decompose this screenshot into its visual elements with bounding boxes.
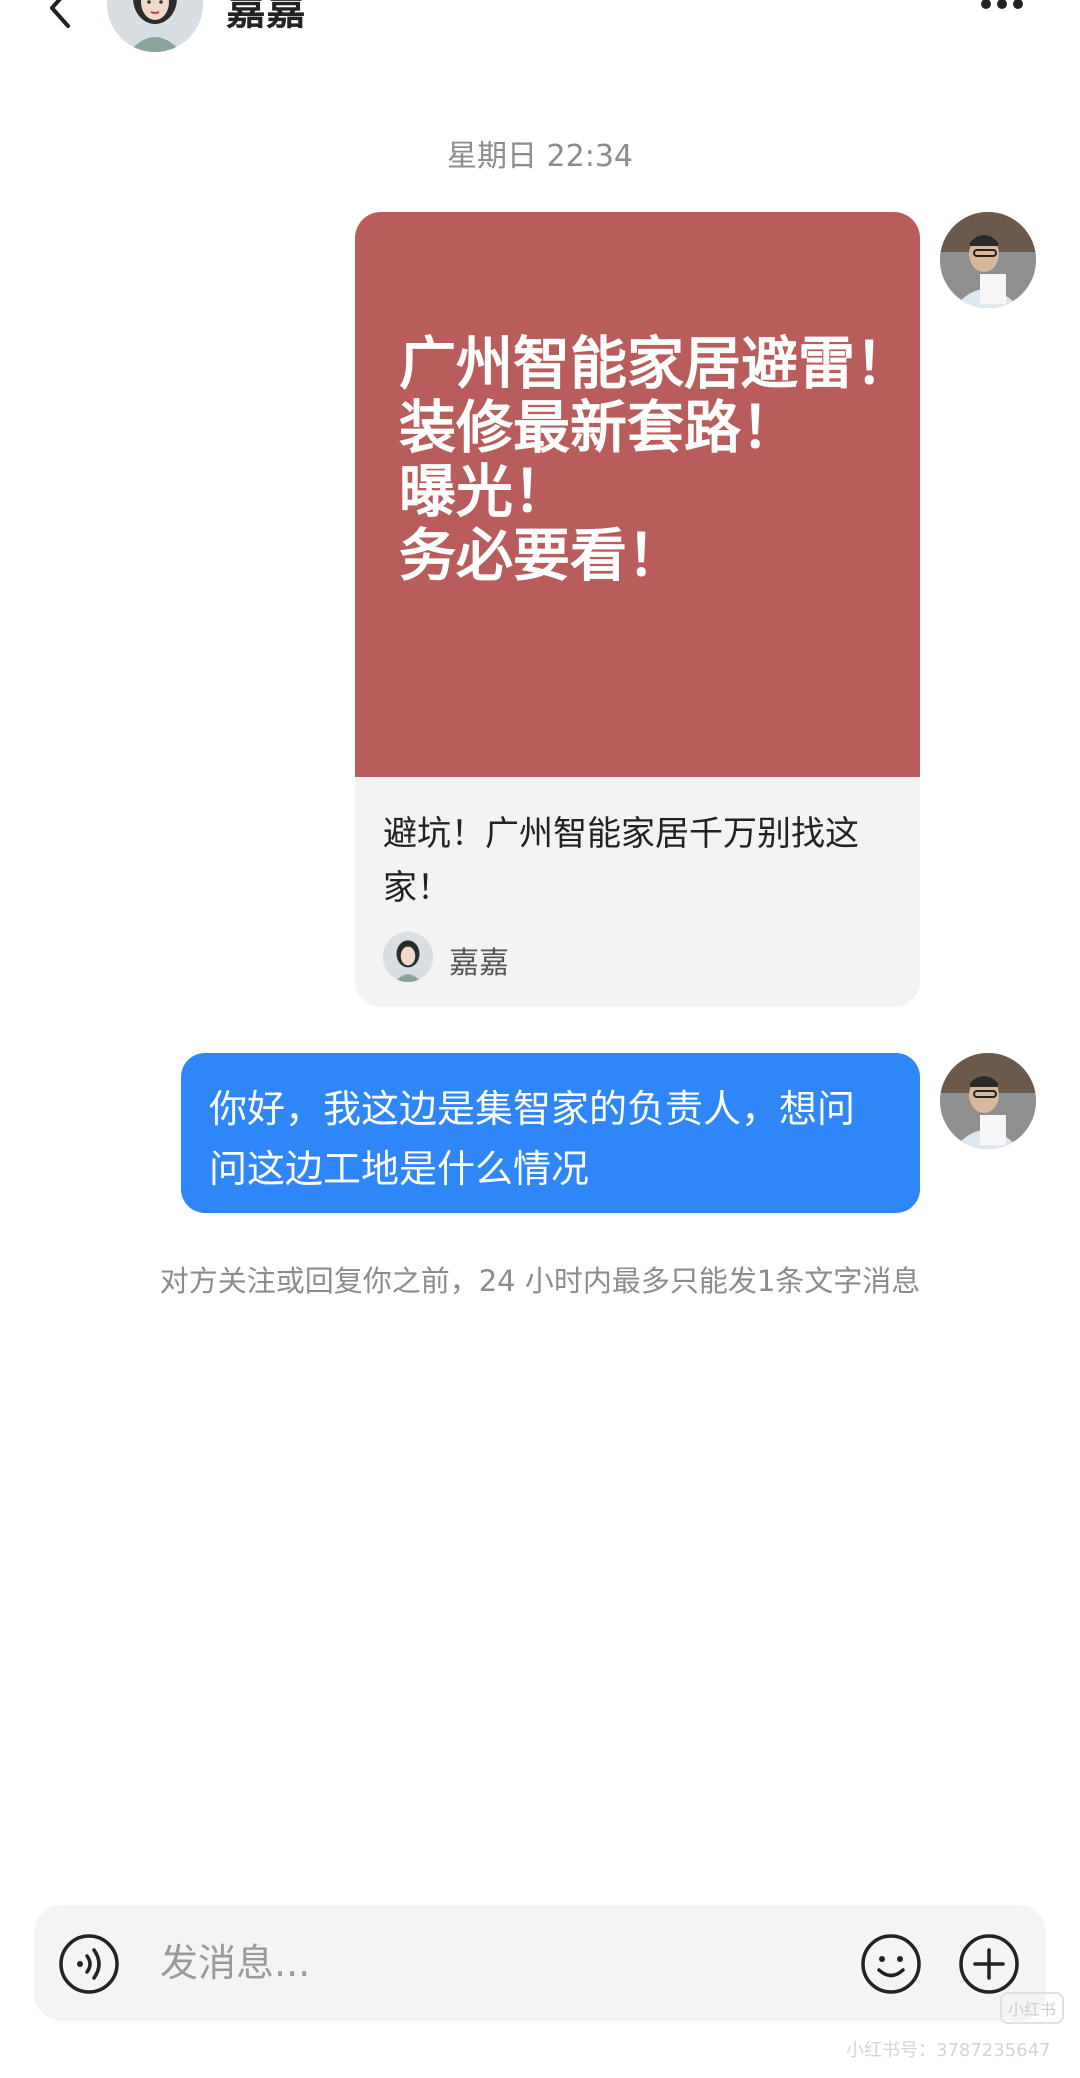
ellipsis-icon	[981, 0, 1023, 9]
contact-name[interactable]: 嘉嘉	[226, 0, 306, 34]
emoji-icon	[861, 1934, 921, 1994]
note-author-name: 嘉嘉	[449, 946, 509, 981]
my-avatar[interactable]	[940, 1053, 1036, 1149]
message-timestamp: 星期日 22:34	[447, 139, 633, 174]
more-button[interactable]	[978, 0, 1026, 16]
avatar-illustration	[383, 932, 433, 982]
messaging-limit-notice: 对方关注或回复你之前，24 小时内最多只能发1条文字消息	[159, 1264, 921, 1298]
cover-line: 广州智能家居避雷！	[399, 331, 912, 397]
message-composer	[34, 1905, 1046, 2021]
emoji-button[interactable]	[860, 1933, 922, 1995]
chevron-left-icon	[50, 0, 70, 28]
sent-message-bubble[interactable]: 你好，我这边是集智家的负责人，想问问这边工地是什么情况	[181, 1053, 920, 1213]
note-title: 避坑！广州智能家居千万别找这家！	[383, 814, 859, 908]
avatar-illustration	[107, 0, 203, 52]
my-avatar[interactable]	[940, 212, 1036, 308]
plus-icon	[959, 1934, 1019, 1994]
cover-line: 曝光！	[399, 459, 570, 525]
note-cover: 广州智能家居避雷！ 装修最新套路！ 曝光！ 务必要看！	[355, 212, 920, 777]
chat-screen: 嘉嘉 星期日 22:34 广州智能家居避雷！ 装修最新套路！ 曝光！ 务必要看！…	[0, 0, 1080, 2078]
watermark-logo: 小红书	[1000, 1992, 1065, 2024]
watermark-id: 小红书号：3787235647	[846, 2040, 1051, 2061]
cover-line: 装修最新套路！	[399, 395, 798, 461]
chat-header: 嘉嘉	[0, 0, 1080, 70]
voice-button[interactable]	[58, 1933, 120, 1995]
avatar-photo	[940, 1053, 1036, 1149]
shared-note-card[interactable]: 广州智能家居避雷！ 装修最新套路！ 曝光！ 务必要看！ 避坑！广州智能家居千万别…	[355, 212, 920, 1007]
back-button[interactable]	[38, 0, 82, 30]
voice-icon	[59, 1934, 119, 1994]
cover-line: 务必要看！	[399, 523, 684, 589]
message-input[interactable]	[160, 1929, 840, 1997]
note-author-avatar	[383, 932, 433, 982]
note-cover-text: 广州智能家居避雷！ 装修最新套路！ 曝光！ 务必要看！	[399, 332, 919, 588]
avatar-photo	[940, 212, 1036, 308]
contact-avatar[interactable]	[107, 0, 203, 52]
more-actions-button[interactable]	[958, 1933, 1020, 1995]
